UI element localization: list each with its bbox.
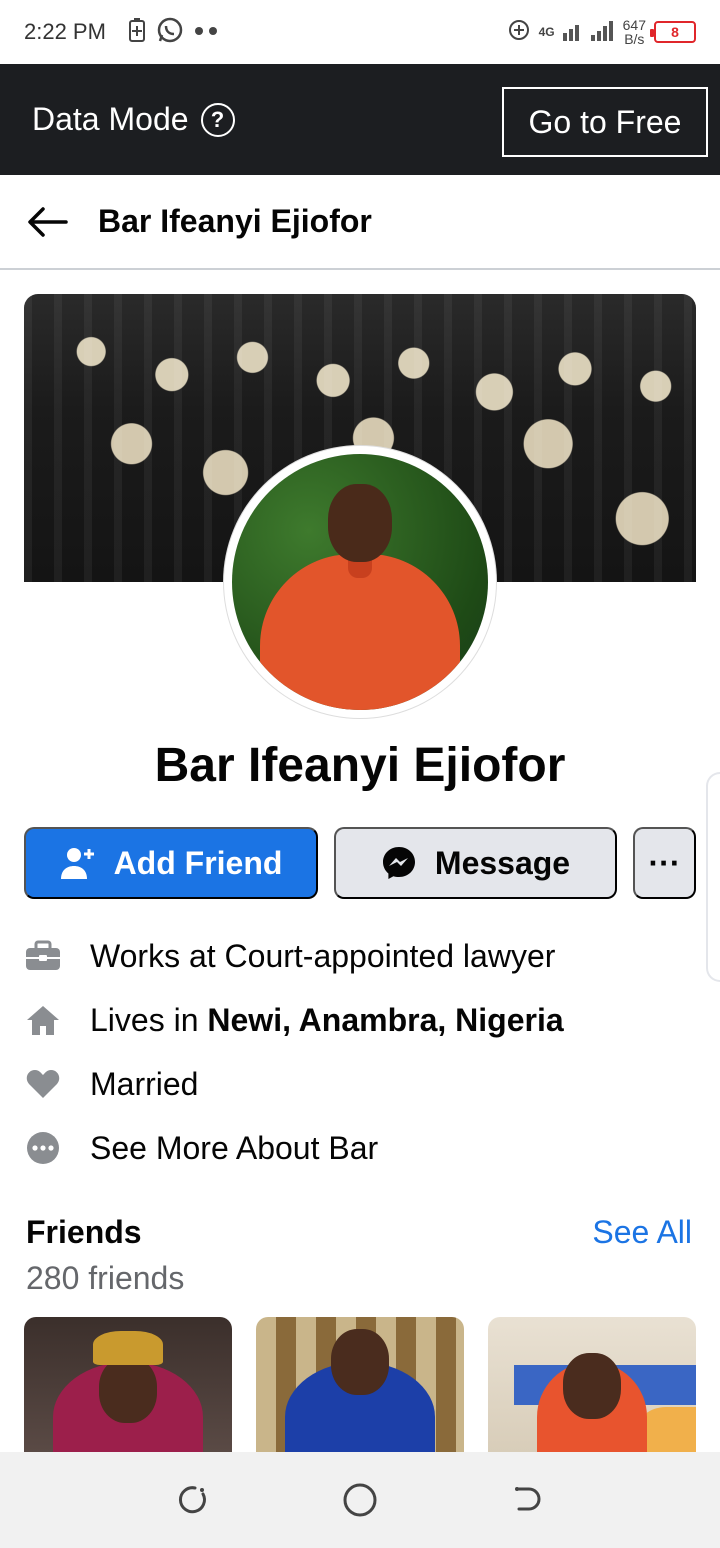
about-lives-text: Lives in Newi, Anambra, Nigeria [90,1002,564,1039]
speed-value: 647 [622,17,646,33]
data-mode-label: Data Mode [32,101,189,137]
see-all-friends-link[interactable]: See All [592,1214,692,1251]
back-button-icon[interactable] [503,1476,551,1524]
battery-icon: 8 [650,21,696,43]
profile-picture[interactable] [224,446,496,718]
about-relationship-row[interactable]: Married [24,1062,704,1106]
speed-unit: B/s [624,31,645,47]
friend-photo[interactable] [24,1317,232,1452]
battery-saver-icon [128,17,146,48]
message-label: Message [434,844,571,881]
more-options-button[interactable]: ··· [633,827,696,899]
more-dots-circle-icon [24,1129,62,1167]
friend-photo[interactable] [256,1317,464,1452]
home-icon [24,1001,62,1039]
message-button[interactable]: Message [334,827,617,899]
network-type-label: 4G [538,25,555,39]
help-icon[interactable]: ? [200,102,235,137]
add-friend-button[interactable]: Add Friend [24,827,318,899]
see-more-about-text: See More About Bar [90,1129,379,1166]
friend-photo-head [99,1357,157,1423]
friends-count: 280 friends [26,1260,185,1296]
friend-photo-head [563,1353,621,1419]
avatar-face [328,484,392,562]
friends-title: Friends [26,1214,142,1250]
about-lives-row[interactable]: Lives in Newi, Anambra, Nigeria [24,998,704,1042]
whatsapp-icon [156,16,184,49]
dots-icon [194,23,220,41]
add-friend-label: Add Friend [113,844,283,881]
add-person-icon [60,846,96,880]
profile-name: Bar Ifeanyi Ejiofor [154,739,566,792]
recent-apps-icon[interactable] [169,1476,217,1524]
go-to-free-button[interactable]: Go to Free [502,87,708,157]
about-relationship-text: Married [90,1065,199,1102]
messenger-icon [381,845,417,881]
side-edge-handle[interactable] [706,772,720,982]
about-work-row[interactable]: Works at Court-appointed lawyer [24,934,704,978]
home-button-icon[interactable] [336,1476,384,1524]
data-mode-bar: Data Mode ? Go to Free [0,64,720,175]
page-header: Bar Ifeanyi Ejiofor [0,175,720,270]
lives-prefix: Lives in [90,1001,208,1038]
briefcase-icon [24,937,62,975]
status-bar: 2:22 PM 4G 647 B/s 8 [0,0,720,64]
avatar [232,454,488,710]
status-time: 2:22 PM [24,19,106,44]
back-arrow-icon[interactable] [26,200,70,244]
lives-place[interactable]: Newi, Anambra, Nigeria [207,1002,563,1038]
heart-icon [24,1065,62,1103]
friend-photo[interactable] [488,1317,696,1452]
friend-photo-cap [93,1331,163,1365]
header-title: Bar Ifeanyi Ejiofor [98,203,372,239]
friend-photo-head [331,1329,389,1395]
data-saver-icon [507,18,531,47]
see-more-about-row[interactable]: See More About Bar [24,1126,704,1170]
about-work-text: Works at Court-appointed lawyer [90,937,556,974]
signal-icon [562,19,615,46]
battery-level: 8 [671,24,679,40]
network-speed: 647 B/s [623,18,646,46]
system-nav-bar [0,1452,720,1548]
